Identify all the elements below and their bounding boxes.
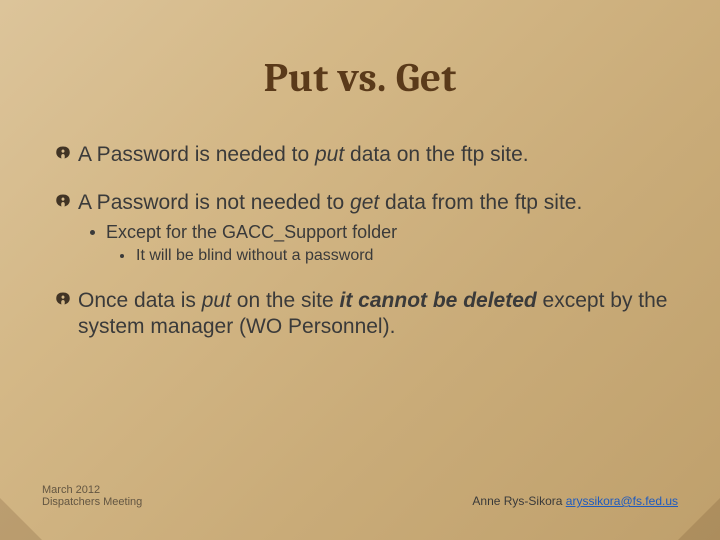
text-italic: get [350, 191, 379, 214]
bullet-item: Once data is put on the site it cannot b… [48, 288, 680, 341]
text: Once data is [78, 289, 202, 312]
footer-date: March 2012 [42, 484, 142, 496]
bullet-item: A Password is not needed to get data fro… [48, 190, 680, 216]
text: A Password is needed to [78, 143, 315, 166]
text: It will be blind without a password [136, 247, 373, 264]
sub-sub-bullet-item: It will be blind without a password [120, 246, 680, 266]
footer-right: Anne Rys-Sikora aryssikora@fs.fed.us [472, 494, 678, 508]
text-bold-italic: it cannot be deleted [340, 289, 537, 312]
footer-author: Anne Rys-Sikora [472, 494, 565, 508]
text: data from the ftp site. [379, 191, 582, 214]
text: Except for the GACC_Support folder [106, 222, 397, 242]
slide-content: A Password is needed to put data on the … [40, 142, 680, 341]
decorative-corner [0, 498, 42, 540]
decorative-corner [678, 498, 720, 540]
footer-left: March 2012 Dispatchers Meeting [42, 484, 142, 508]
text-italic: put [202, 289, 231, 312]
bullet-item: A Password is needed to put data on the … [48, 142, 680, 168]
sub-bullet-item: Except for the GACC_Support folder [90, 221, 680, 244]
slide-footer: March 2012 Dispatchers Meeting Anne Rys-… [0, 484, 720, 508]
slide: Put vs. Get A Password is needed to put … [0, 0, 720, 540]
text: on the site [231, 289, 340, 312]
text: data on the ftp site. [344, 143, 528, 166]
footer-email-link[interactable]: aryssikora@fs.fed.us [566, 494, 678, 508]
slide-title: Put vs. Get [40, 55, 680, 102]
footer-meeting: Dispatchers Meeting [42, 496, 142, 508]
text-italic: put [315, 143, 344, 166]
text: A Password is not needed to [78, 191, 350, 214]
